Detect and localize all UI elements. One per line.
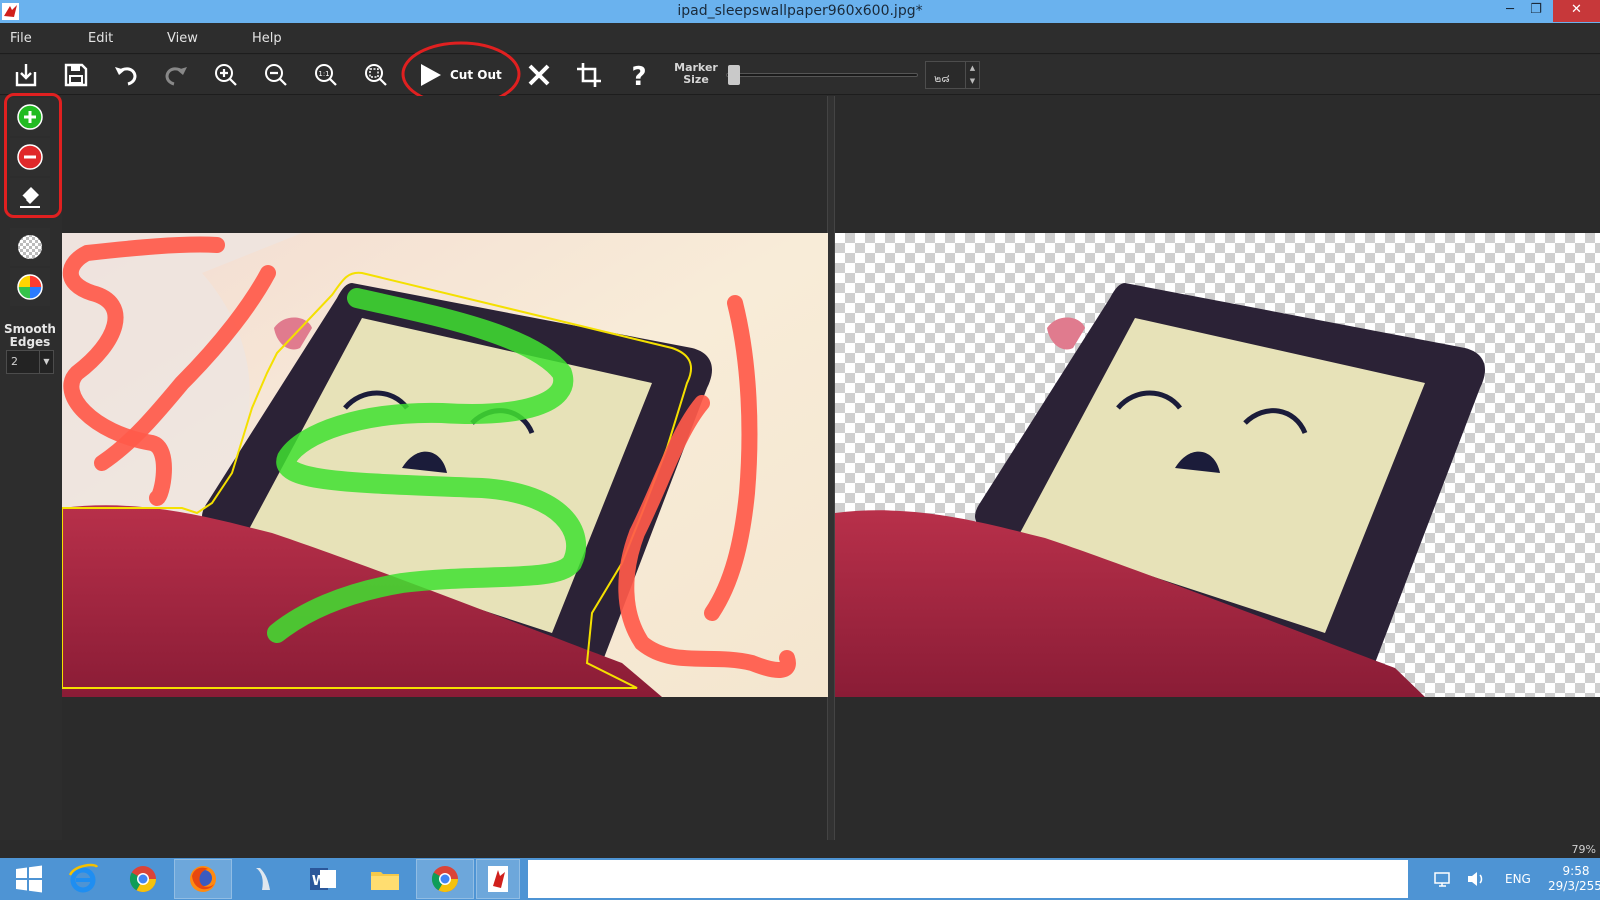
taskbar-internet-explorer[interactable] [54, 859, 112, 899]
import-button[interactable] [8, 57, 44, 93]
file-explorer-icon [371, 872, 399, 890]
result-preview-panel [834, 96, 1600, 840]
menu-file[interactable]: File [10, 31, 32, 46]
zoom-out-icon [265, 64, 287, 86]
menu-bar: File Edit View Help [0, 23, 1600, 54]
menu-help[interactable]: Help [252, 31, 282, 46]
input-image [62, 233, 828, 697]
taskbar-firefox[interactable] [174, 859, 232, 899]
firefox-icon [190, 866, 216, 892]
cutout-app-icon [488, 866, 508, 892]
zoom-in-icon [215, 64, 237, 86]
save-icon [64, 63, 88, 87]
zoom-in-button[interactable] [208, 57, 244, 93]
svg-text:?: ? [631, 62, 646, 89]
taskbar-app[interactable] [234, 859, 292, 899]
clear-icon [528, 64, 550, 86]
window-title: ipad_sleepswallpaper960x600.jpg* [677, 3, 923, 19]
help-button[interactable]: ? [621, 57, 657, 93]
marker-size-spinbox[interactable]: ๒๘ ▲ ▼ [925, 61, 980, 89]
maximize-button[interactable]: ❐ [1523, 0, 1549, 22]
menu-edit[interactable]: Edit [88, 31, 113, 46]
close-button[interactable]: ✕ [1553, 0, 1600, 22]
marker-size-label: Marker Size [674, 61, 718, 86]
result-canvas[interactable] [835, 233, 1600, 697]
zoom-out-button[interactable] [258, 57, 294, 93]
crop-button[interactable] [571, 57, 607, 93]
result-image [835, 283, 1485, 697]
windows-start-icon [16, 865, 42, 893]
color-background-icon [17, 274, 43, 300]
clock-date: 29/3/2558 [1548, 879, 1600, 893]
internet-explorer-icon [68, 863, 99, 893]
svg-text:1:1: 1:1 [318, 70, 329, 78]
actual-size-icon: 1:1 [315, 64, 337, 86]
input-image-panel [62, 96, 828, 840]
chevron-down-icon[interactable]: ▼ [39, 351, 53, 373]
minimize-button[interactable]: ─ [1497, 0, 1523, 22]
help-icon: ? [631, 62, 646, 89]
word-icon: W [310, 868, 336, 890]
crop-icon [577, 63, 601, 87]
system-tray: ENG 9:58 29/3/2558 [1430, 858, 1600, 900]
marker-size-slider-thumb[interactable] [727, 65, 740, 85]
taskbar-cutout-app[interactable] [476, 859, 520, 899]
zoom-level: 79% [1571, 843, 1596, 856]
chrome-icon [129, 866, 157, 893]
taskbar-chrome-2[interactable] [416, 859, 474, 899]
undo-icon [115, 67, 137, 86]
input-image-canvas[interactable] [62, 233, 828, 697]
smooth-edges-label: Smooth Edges [4, 322, 56, 349]
transparent-background-icon [18, 235, 42, 259]
import-icon [15, 64, 37, 87]
taskbar-empty-area [528, 860, 1408, 898]
taskbar-chrome[interactable] [114, 859, 172, 899]
app-icon [256, 868, 270, 890]
redo-button[interactable] [158, 57, 194, 93]
smooth-edges-value: 2 [11, 355, 18, 368]
network-icon[interactable] [1434, 870, 1452, 888]
transparent-background-button[interactable] [10, 228, 50, 266]
marker-size-value: ๒๘ [934, 72, 950, 85]
speaker-icon[interactable] [1466, 870, 1486, 888]
spin-arrows-icon[interactable]: ▲ ▼ [965, 62, 979, 88]
taskbar-file-explorer[interactable] [356, 859, 414, 899]
svg-text:W: W [312, 874, 326, 889]
chrome-icon [431, 866, 459, 893]
taskbar-word[interactable]: W [294, 859, 352, 899]
menu-view[interactable]: View [167, 31, 198, 46]
start-button[interactable] [0, 859, 58, 899]
status-bar: 79% [0, 840, 1600, 858]
redo-icon [165, 67, 187, 86]
smooth-edges-select[interactable]: 2 ▼ [6, 350, 54, 374]
fit-to-window-button[interactable] [358, 57, 394, 93]
toolbar: 1:1 Cut Out ? Marker Size ๒๘ ▲ ▼ [0, 55, 1600, 95]
fit-to-window-icon [365, 64, 387, 86]
color-background-button[interactable] [10, 268, 50, 306]
clear-button[interactable] [521, 57, 557, 93]
save-button[interactable] [58, 57, 94, 93]
taskbar: W ENG 9:58 29/3/255 [0, 858, 1600, 900]
clock-time: 9:58 [1562, 864, 1590, 878]
marker-size-slider[interactable] [726, 73, 918, 77]
annotation-box-1 [4, 93, 62, 218]
title-bar: ipad_sleepswallpaper960x600.jpg* ─ ❐ ✕ [0, 0, 1600, 23]
clock[interactable]: 9:58 29/3/2558 [1548, 864, 1600, 894]
undo-button[interactable] [108, 57, 144, 93]
input-language[interactable]: ENG [1505, 872, 1531, 886]
actual-size-button[interactable]: 1:1 [308, 57, 344, 93]
